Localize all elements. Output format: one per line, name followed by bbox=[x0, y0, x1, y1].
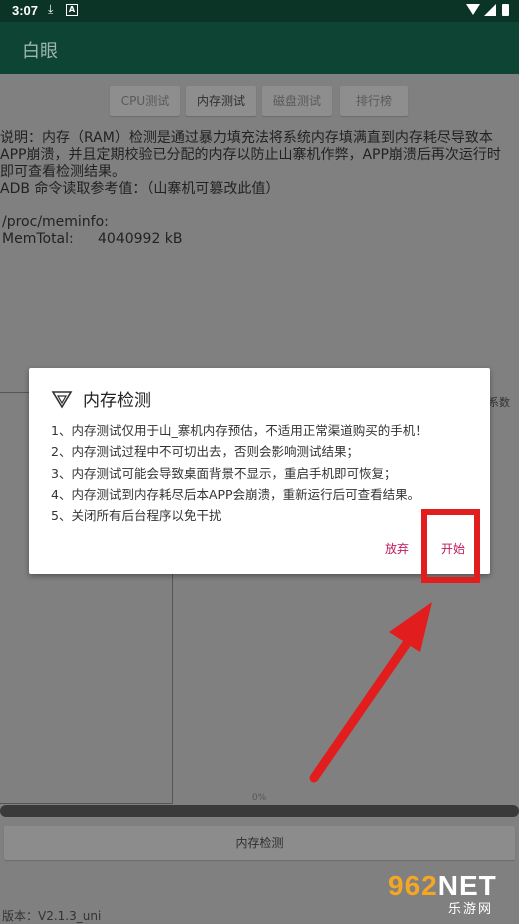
annotation-arrow bbox=[309, 602, 432, 783]
